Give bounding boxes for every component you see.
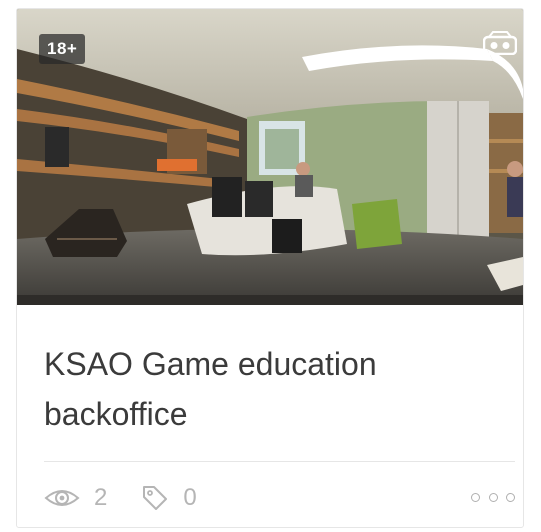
- eye-icon: [44, 490, 80, 506]
- more-dot: [506, 492, 515, 502]
- vr-headset-icon: [483, 31, 517, 55]
- tags-stat: 0: [141, 484, 197, 512]
- panorama-card[interactable]: 18+ KSAO Game education backoffice 2 0: [16, 8, 524, 528]
- more-dot: [471, 492, 480, 502]
- card-stats: 2 0: [44, 483, 231, 513]
- panorama-thumbnail[interactable]: 18+: [17, 9, 523, 305]
- panorama-title[interactable]: KSAO Game education backoffice: [44, 339, 484, 439]
- views-count: 2: [94, 484, 108, 511]
- tag-icon: [143, 486, 168, 510]
- views-stat: 2: [44, 484, 107, 512]
- more-dot: [488, 492, 498, 502]
- more-options-icon[interactable]: [471, 485, 515, 509]
- age-rating-badge: 18+: [39, 34, 86, 64]
- divider: [44, 461, 515, 462]
- tags-count: 0: [183, 484, 197, 511]
